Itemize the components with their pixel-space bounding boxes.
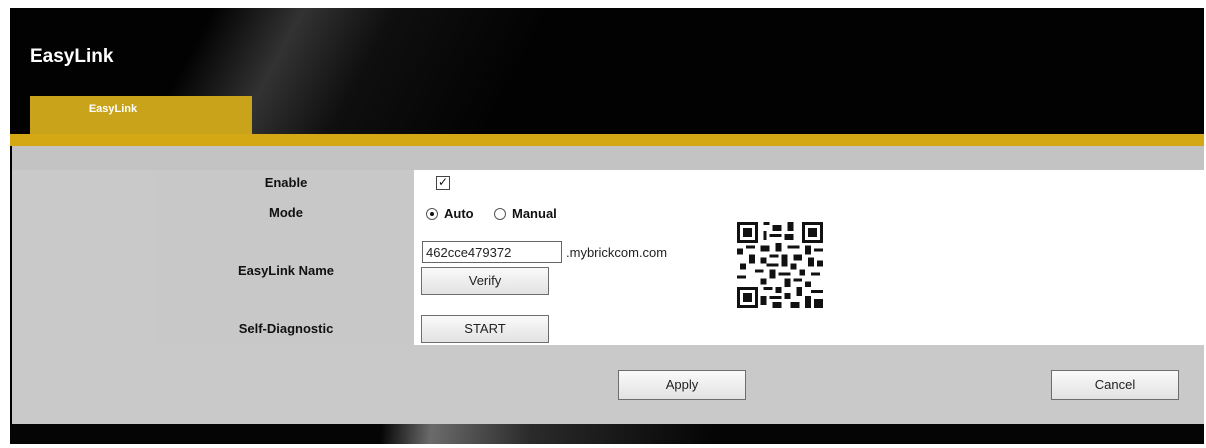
mode-auto-radio[interactable] xyxy=(426,208,438,220)
bottom-bar xyxy=(10,424,1204,444)
checkmark-icon: ✓ xyxy=(437,175,449,189)
apply-button[interactable]: Apply xyxy=(618,370,746,400)
self-diagnostic-label: Self-Diagnostic xyxy=(238,321,334,336)
verify-button[interactable]: Verify xyxy=(421,267,549,295)
content-panel: Enable Mode EasyLink Name Self-Diagnosti… xyxy=(12,146,1204,424)
label-column: Enable Mode EasyLink Name Self-Diagnosti… xyxy=(158,170,414,345)
enable-label: Enable xyxy=(264,175,308,190)
top-strip xyxy=(12,146,1204,170)
easylink-name-input[interactable] xyxy=(422,241,562,263)
start-button[interactable]: START xyxy=(421,315,549,343)
qr-code-icon xyxy=(737,222,823,308)
domain-suffix: .mybrickcom.com xyxy=(566,245,668,260)
mode-label: Mode xyxy=(269,205,303,220)
mode-auto-label: Auto xyxy=(444,206,474,221)
easylink-form: Enable Mode EasyLink Name Self-Diagnosti… xyxy=(158,170,1204,345)
header-banner: EasyLink EasyLink xyxy=(10,8,1204,141)
mode-manual-label: Manual xyxy=(512,206,557,221)
accent-band xyxy=(10,134,1204,146)
enable-checkbox[interactable]: ✓ xyxy=(436,176,450,190)
cancel-button[interactable]: Cancel xyxy=(1051,370,1179,400)
mode-manual-radio[interactable] xyxy=(494,208,506,220)
app-title: EasyLink xyxy=(30,46,114,67)
tab-label: EasyLink xyxy=(88,103,138,115)
easylink-name-label: EasyLink Name xyxy=(237,263,335,278)
